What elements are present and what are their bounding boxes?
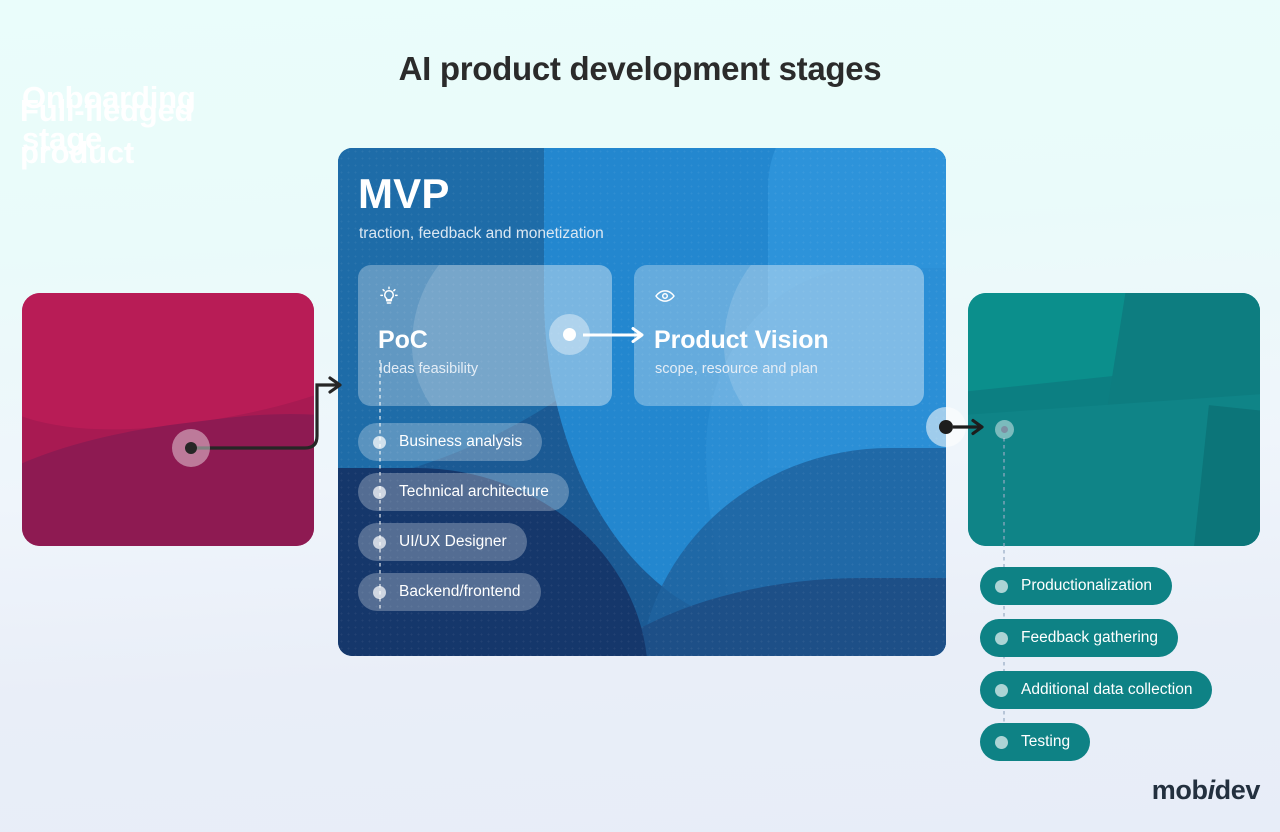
pill-dot-icon [995, 579, 1008, 593]
logo-part1: mob [1151, 775, 1208, 805]
pill-dot-icon [373, 485, 386, 499]
full-fledged-product-label: Full-fledged product [20, 93, 194, 170]
list-item[interactable]: Backend/frontend [358, 573, 541, 611]
pill-dot-icon [373, 535, 386, 549]
pill-label: Technical architecture [399, 483, 549, 500]
onboarding-stage-card[interactable] [22, 293, 314, 546]
list-item[interactable]: Productionalization [980, 567, 1172, 605]
pill-label: Additional data collection [1021, 681, 1193, 698]
onboarding-connector-node [172, 429, 210, 467]
product-vision-subtitle: scope, resource and plan [655, 361, 818, 377]
product-vision-name: Product Vision [654, 326, 829, 354]
mvp-to-product-arrow [953, 418, 984, 436]
mvp-subtitle: traction, feedback and monetization [359, 225, 604, 242]
pill-label: Testing [1021, 733, 1071, 750]
list-item[interactable]: Business analysis [358, 423, 543, 461]
pill-label: UI/UX Designer [399, 533, 507, 550]
poc-to-product-vision-arrow [583, 327, 644, 343]
product-connector-node [995, 420, 1014, 439]
mobidev-logo: mobidev [1151, 775, 1261, 806]
pill-dot-icon [995, 735, 1008, 749]
pill-label: Business analysis [399, 433, 523, 450]
poc-subtitle: Ideas feasibility [379, 361, 479, 377]
logo-part2: dev [1214, 775, 1261, 805]
pill-dot-icon [995, 683, 1008, 697]
logo-italic-i: i [1207, 775, 1216, 805]
pill-dot-icon [373, 585, 386, 599]
list-item[interactable]: Testing [980, 723, 1091, 761]
list-item[interactable]: Feedback gathering [980, 619, 1179, 657]
pill-dot-icon [995, 631, 1008, 645]
pill-label: Productionalization [1021, 577, 1152, 594]
full-fledged-product-card[interactable] [968, 293, 1260, 546]
mvp-title: MVP [358, 170, 450, 217]
product-vision-feature-card[interactable]: Product Vision scope, resource and plan [634, 265, 924, 406]
eye-icon [654, 285, 676, 312]
list-item[interactable]: Additional data collection [980, 671, 1213, 709]
pill-dot-icon [373, 435, 386, 449]
poc-name: PoC [378, 326, 428, 354]
pill-label: Feedback gathering [1021, 629, 1159, 646]
list-item[interactable]: Technical architecture [358, 473, 569, 511]
pill-label: Backend/frontend [399, 583, 521, 600]
lightbulb-icon [378, 285, 400, 312]
list-item[interactable]: UI/UX Designer [358, 523, 527, 561]
